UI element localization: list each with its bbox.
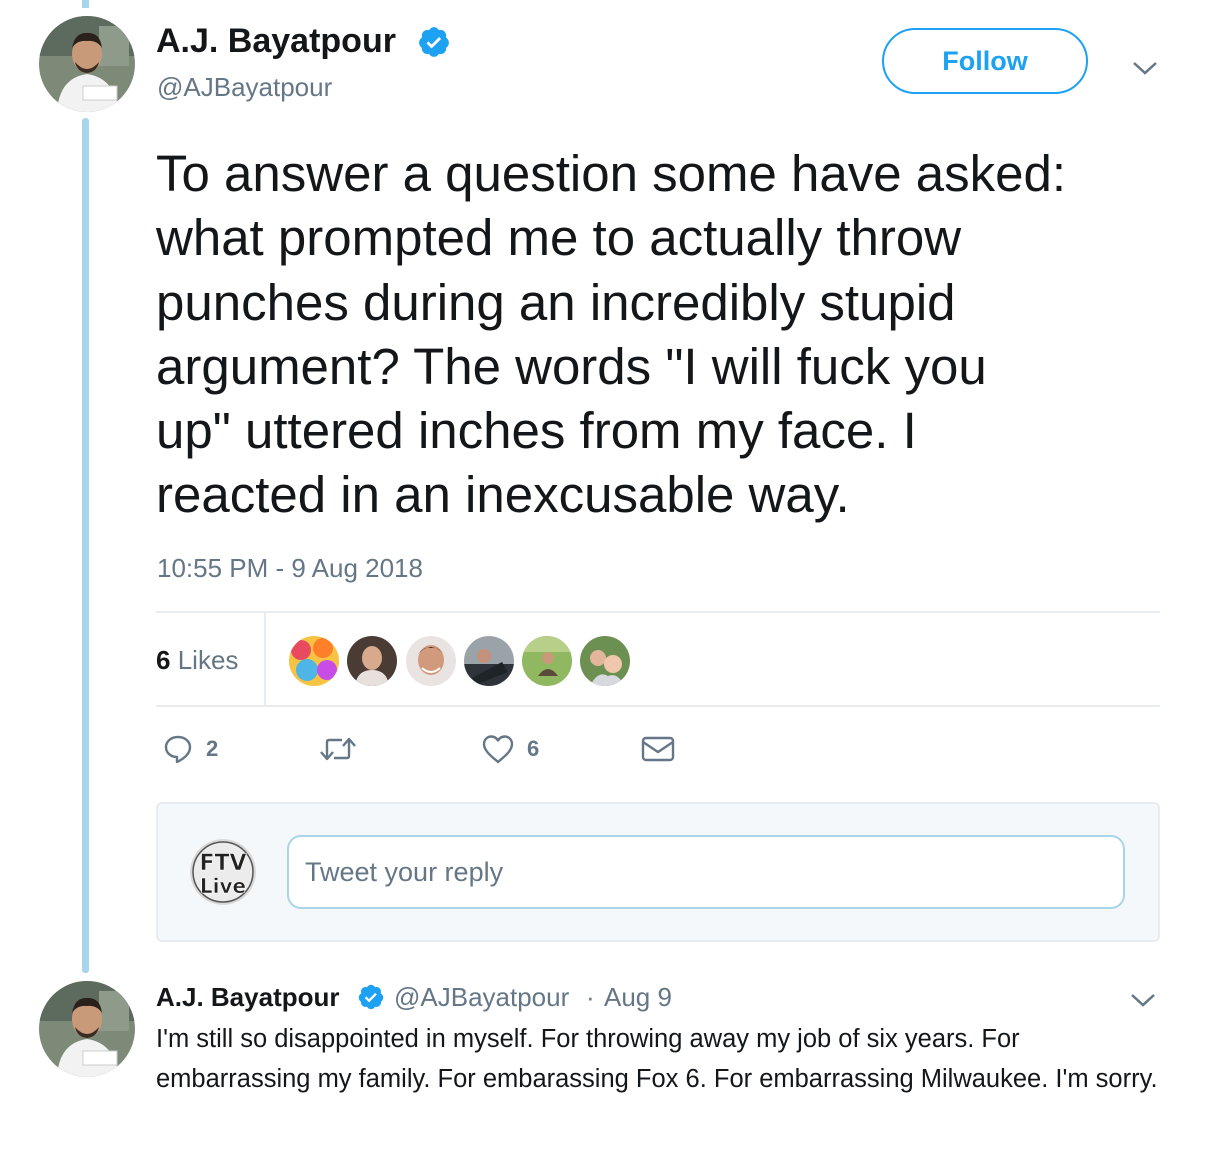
verified-badge-icon [358,984,384,1010]
retweet-icon [320,737,356,761]
thread-line-top [82,0,89,8]
verified-badge-icon [419,27,449,57]
reply-author-name[interactable]: A.J. Bayatpour [156,982,340,1013]
chevron-down-icon[interactable] [1130,58,1160,78]
thread-line [82,118,89,973]
reply-count: 2 [206,736,219,761]
reply-input[interactable]: Tweet your reply [287,835,1125,909]
author-handle[interactable]: @AJBayatpour [157,72,332,103]
reply-action[interactable]: 2 [162,733,218,765]
liker-avatar[interactable] [404,634,458,688]
reply-input-placeholder: Tweet your reply [305,856,504,887]
liker-avatar[interactable] [287,634,341,688]
reply-author-avatar[interactable] [39,981,135,1077]
divider-vertical [264,612,266,706]
reply-text: I'm still so disappointed in myself. For… [156,1025,1158,1093]
mail-icon [641,736,675,762]
like-count: 6 [527,736,540,761]
ftv-logo-bottom: Live [200,874,246,898]
author-avatar[interactable] [39,16,135,112]
likes-label: Likes [177,645,239,675]
retweet-action[interactable] [318,733,370,765]
chevron-down-icon[interactable] [1128,990,1158,1010]
divider-top [156,611,1160,613]
like-action[interactable]: 6 [481,733,539,765]
divider-bottom [156,705,1160,707]
heart-icon [482,735,514,764]
reply-author-handle[interactable]: @AJBayatpour [394,982,569,1013]
liker-avatar[interactable] [578,634,632,688]
author-name[interactable]: A.J. Bayatpour [156,22,396,61]
likes-number: 6 [156,645,171,675]
likes-count[interactable]: 6 Likes [156,645,238,676]
liker-avatar[interactable] [520,634,574,688]
ftv-logo-top: FTV [199,851,246,876]
reply-separator: · [586,982,595,1012]
current-user-avatar[interactable]: FTV Live [190,839,256,905]
liker-avatar[interactable] [345,634,399,688]
liker-avatar[interactable] [462,634,516,688]
direct-message-action[interactable] [640,733,676,765]
reply-date[interactable]: Aug 9 [604,982,672,1013]
reply-icon [164,735,192,764]
tweet-text: To answer a question some have asked: wh… [156,145,1067,524]
follow-button[interactable]: Follow [882,28,1088,94]
tweet-timestamp[interactable]: 10:55 PM - 9 Aug 2018 [157,553,423,584]
